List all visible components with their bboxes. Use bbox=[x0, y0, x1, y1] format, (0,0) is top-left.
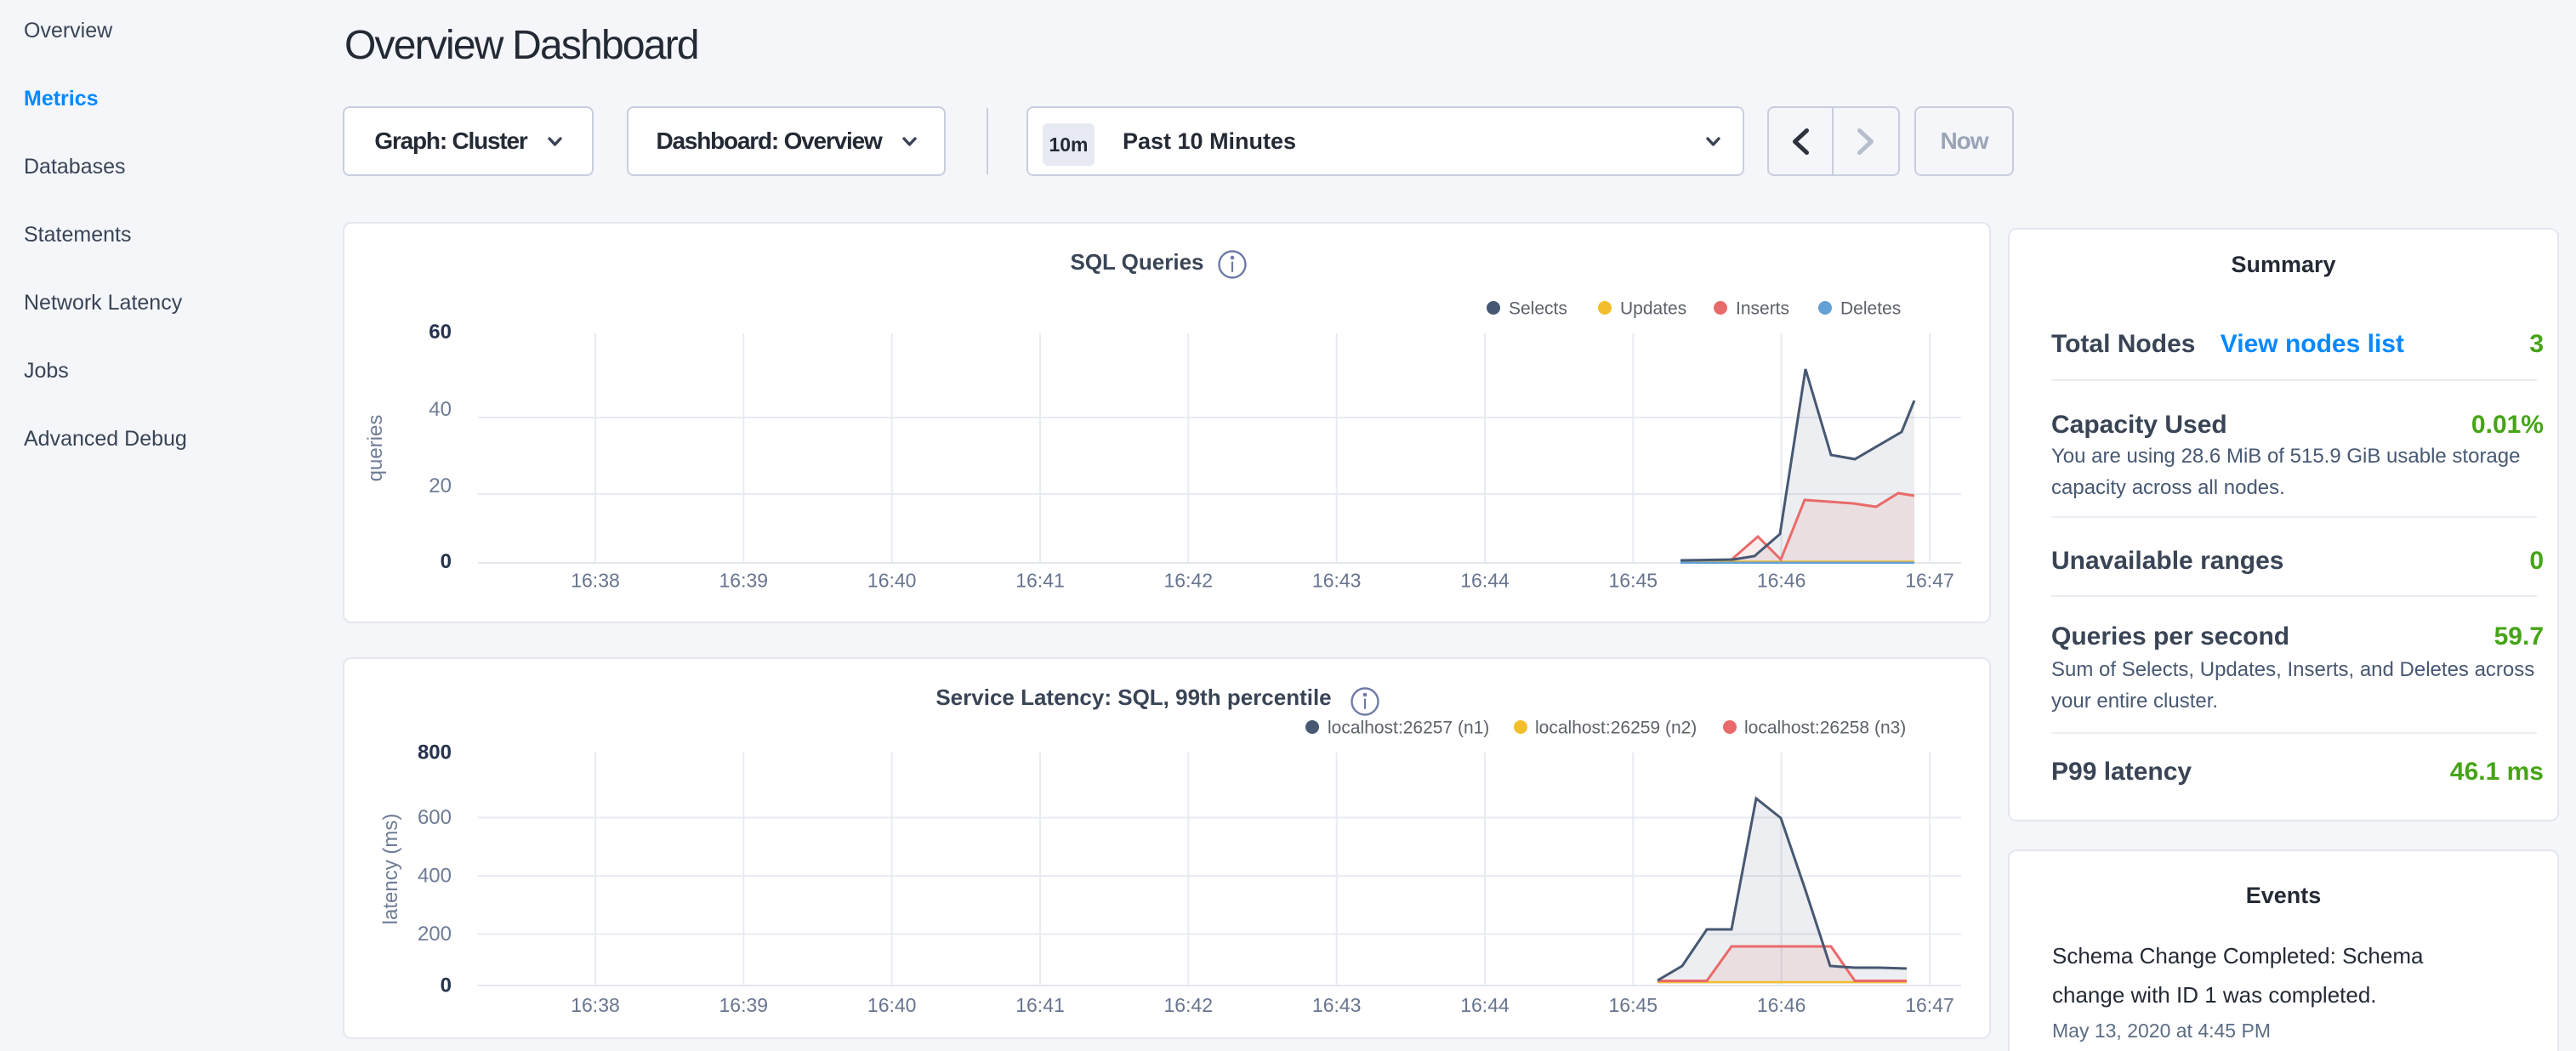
svg-text:Deletes: Deletes bbox=[1840, 299, 1901, 319]
svg-text:16:47: 16:47 bbox=[1905, 994, 1954, 1016]
svg-text:16:43: 16:43 bbox=[1312, 570, 1362, 592]
svg-text:Selects: Selects bbox=[1509, 299, 1567, 319]
svg-text:16:42: 16:42 bbox=[1164, 994, 1214, 1016]
svg-text:16:46: 16:46 bbox=[1757, 570, 1806, 592]
svg-text:localhost:26259 (n2): localhost:26259 (n2) bbox=[1535, 719, 1697, 738]
svg-text:0: 0 bbox=[441, 974, 452, 997]
svg-text:16:39: 16:39 bbox=[719, 570, 769, 592]
svg-text:latency (ms): latency (ms) bbox=[379, 814, 402, 925]
svg-text:800: 800 bbox=[418, 741, 452, 764]
svg-text:16:38: 16:38 bbox=[571, 570, 620, 592]
svg-text:200: 200 bbox=[418, 923, 452, 946]
svg-text:16:44: 16:44 bbox=[1460, 994, 1510, 1016]
svg-text:20: 20 bbox=[429, 474, 452, 497]
svg-text:Service Latency: SQL, 99th per: Service Latency: SQL, 99th percentile bbox=[935, 685, 1331, 710]
svg-text:16:39: 16:39 bbox=[719, 994, 769, 1016]
svg-text:16:43: 16:43 bbox=[1312, 994, 1362, 1016]
svg-text:16:41: 16:41 bbox=[1015, 570, 1065, 592]
svg-text:16:42: 16:42 bbox=[1164, 570, 1214, 592]
svg-text:16:40: 16:40 bbox=[867, 994, 917, 1016]
svg-text:600: 600 bbox=[418, 806, 452, 829]
svg-text:16:40: 16:40 bbox=[867, 570, 917, 592]
svg-text:localhost:26258 (n3): localhost:26258 (n3) bbox=[1744, 719, 1906, 738]
svg-text:Updates: Updates bbox=[1620, 299, 1686, 319]
svg-text:16:44: 16:44 bbox=[1460, 570, 1510, 592]
svg-text:60: 60 bbox=[429, 321, 452, 344]
svg-text:16:38: 16:38 bbox=[571, 994, 620, 1016]
svg-text:400: 400 bbox=[418, 865, 452, 888]
svg-text:localhost:26257 (n1): localhost:26257 (n1) bbox=[1328, 719, 1489, 738]
svg-text:40: 40 bbox=[429, 398, 452, 421]
svg-text:16:47: 16:47 bbox=[1905, 570, 1954, 592]
svg-text:16:46: 16:46 bbox=[1757, 994, 1806, 1016]
svg-text:queries: queries bbox=[364, 415, 387, 482]
svg-text:0: 0 bbox=[441, 550, 452, 573]
svg-text:16:45: 16:45 bbox=[1609, 570, 1658, 592]
svg-text:16:45: 16:45 bbox=[1609, 994, 1658, 1016]
svg-text:SQL Queries: SQL Queries bbox=[1070, 249, 1203, 275]
svg-text:16:41: 16:41 bbox=[1015, 994, 1065, 1016]
svg-text:Inserts: Inserts bbox=[1736, 299, 1789, 319]
